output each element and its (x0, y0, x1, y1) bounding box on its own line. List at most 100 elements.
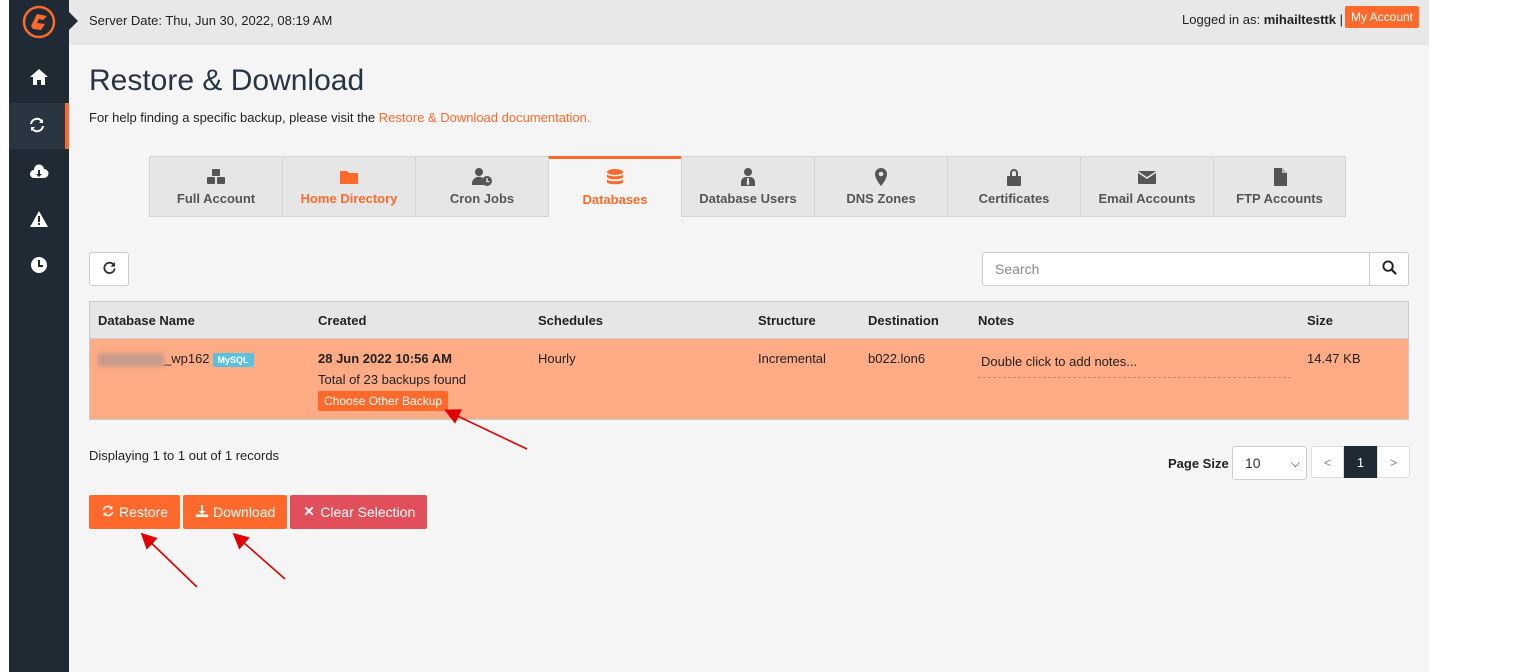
tab-database-users[interactable]: Database Users (681, 156, 814, 217)
sidebar-item-download[interactable] (9, 150, 69, 196)
prev-page-button[interactable]: < (1311, 446, 1344, 478)
destination-cell: b022.lon6 (868, 351, 926, 366)
download-button[interactable]: Download (183, 495, 288, 529)
envelope-icon (1137, 167, 1157, 187)
server-date: Server Date: Thu, Jun 30, 2022, 08:19 AM (89, 13, 333, 28)
tab-email-accounts[interactable]: Email Accounts (1080, 156, 1213, 217)
map-marker-icon (871, 167, 891, 187)
redacted-name (98, 352, 164, 367)
search-input[interactable] (982, 252, 1370, 286)
next-page-button[interactable]: > (1377, 446, 1410, 478)
left-edge (0, 0, 9, 672)
search-button[interactable] (1370, 252, 1409, 286)
logged-in-prefix: Logged in as: (1182, 12, 1264, 27)
database-name-cell: _wp162 MySQL (98, 351, 254, 367)
database-icon (605, 168, 625, 188)
table-row[interactable]: _wp162 MySQL 28 Jun 2022 10:56 AM Total o… (90, 339, 1408, 419)
database-name-suffix: _wp162 (164, 351, 210, 366)
action-buttons: Restore Download Clear Selection (89, 495, 428, 529)
sidebar-item-history[interactable] (9, 243, 69, 289)
tab-label: FTP Accounts (1236, 191, 1323, 206)
refresh-button[interactable] (89, 252, 129, 286)
cubes-icon (206, 167, 226, 187)
search-box (982, 252, 1409, 286)
brand-logo-icon[interactable] (21, 4, 57, 40)
tab-ftp-accounts[interactable]: FTP Accounts (1213, 156, 1346, 217)
tab-label: Database Users (699, 191, 797, 206)
tab-label: Email Accounts (1098, 191, 1196, 206)
column-header-notes[interactable]: Notes (978, 313, 1014, 328)
sidebar (9, 0, 69, 672)
page-size-label: Page Size (1168, 456, 1229, 471)
separator: | (1339, 12, 1343, 27)
tab-databases[interactable]: Databases (548, 156, 681, 217)
chevron-down-icon: ⌵ (1290, 456, 1300, 470)
tab-label: Full Account (176, 191, 256, 206)
folder-icon (339, 167, 359, 187)
right-margin (1429, 0, 1514, 672)
main-content: Server Date: Thu, Jun 30, 2022, 08:19 AM… (69, 0, 1429, 672)
choose-other-backup-button[interactable]: Choose Other Backup (318, 391, 449, 411)
refresh-icon (102, 260, 117, 278)
tab-label: Home Directory (300, 191, 398, 206)
documentation-link[interactable]: Restore & Download documentation. (379, 110, 591, 125)
mysql-badge: MySQL (212, 352, 254, 367)
tab-full-account[interactable]: Full Account (149, 156, 282, 217)
created-date: 28 Jun 2022 10:56 AM (318, 351, 452, 366)
column-header-size[interactable]: Size (1307, 313, 1333, 328)
column-header-destination[interactable]: Destination (868, 313, 939, 328)
user-clock-icon (471, 167, 492, 187)
topbar-pointer (69, 12, 78, 30)
structure-cell: Incremental (758, 351, 826, 366)
column-header-created[interactable]: Created (318, 313, 366, 328)
sidebar-item-home[interactable] (9, 55, 69, 101)
column-header-schedules[interactable]: Schedules (538, 313, 603, 328)
backup-count: Total of 23 backups found (318, 372, 467, 387)
download-icon (195, 504, 209, 521)
tab-label: Certificates (978, 191, 1050, 206)
tab-label: DNS Zones (846, 191, 916, 206)
help-text-prefix: For help finding a specific backup, plea… (89, 110, 379, 125)
help-text: For help finding a specific backup, plea… (89, 110, 591, 125)
page-size-select[interactable]: 10 ⌵ (1232, 446, 1307, 480)
notes-field[interactable]: Double click to add notes... (978, 351, 1291, 378)
created-cell: 28 Jun 2022 10:56 AM Total of 23 backups… (318, 351, 466, 411)
backups-table: Database Name Created Schedules Structur… (89, 301, 1409, 420)
page-size-value: 10 (1245, 455, 1261, 471)
restore-label: Restore (119, 504, 169, 520)
tab-certificates[interactable]: Certificates (947, 156, 1080, 217)
download-label: Download (213, 504, 276, 520)
size-cell: 14.47 KB (1307, 351, 1361, 366)
page-title: Restore & Download (89, 64, 365, 97)
sync-icon (27, 115, 47, 138)
tab-label: Databases (582, 192, 648, 207)
clock-icon (29, 255, 49, 278)
topbar: Server Date: Thu, Jun 30, 2022, 08:19 AM… (69, 0, 1429, 45)
close-icon (302, 504, 316, 521)
sync-icon (101, 504, 115, 521)
column-header-structure[interactable]: Structure (758, 313, 816, 328)
warning-icon (29, 209, 49, 232)
sidebar-item-alerts[interactable] (9, 197, 69, 243)
restore-button[interactable]: Restore (89, 495, 181, 529)
backup-type-tabs: Full Account Home Directory Cron Jobs Da… (149, 156, 1346, 217)
my-account-button[interactable]: My Account (1344, 6, 1419, 28)
user-tie-icon (738, 167, 758, 187)
logged-in-info: Logged in as: mihailtesttk | (1182, 12, 1343, 27)
home-icon (29, 67, 49, 90)
file-icon (1270, 167, 1290, 187)
tab-cron-jobs[interactable]: Cron Jobs (415, 156, 548, 217)
page-1-button[interactable]: 1 (1344, 446, 1377, 478)
lock-icon (1004, 167, 1024, 187)
username: mihailtesttk (1263, 12, 1336, 27)
schedule-cell: Hourly (538, 351, 576, 366)
sidebar-item-restore[interactable] (9, 103, 69, 149)
clear-selection-button[interactable]: Clear Selection (290, 495, 428, 529)
records-count: Displaying 1 to 1 out of 1 records (89, 448, 280, 463)
table-header: Database Name Created Schedules Structur… (90, 302, 1408, 339)
search-icon (1381, 260, 1397, 278)
tab-home-directory[interactable]: Home Directory (282, 156, 415, 217)
tab-dns-zones[interactable]: DNS Zones (814, 156, 947, 217)
pagination: < 1 > (1311, 446, 1410, 478)
column-header-database-name[interactable]: Database Name (98, 313, 195, 328)
